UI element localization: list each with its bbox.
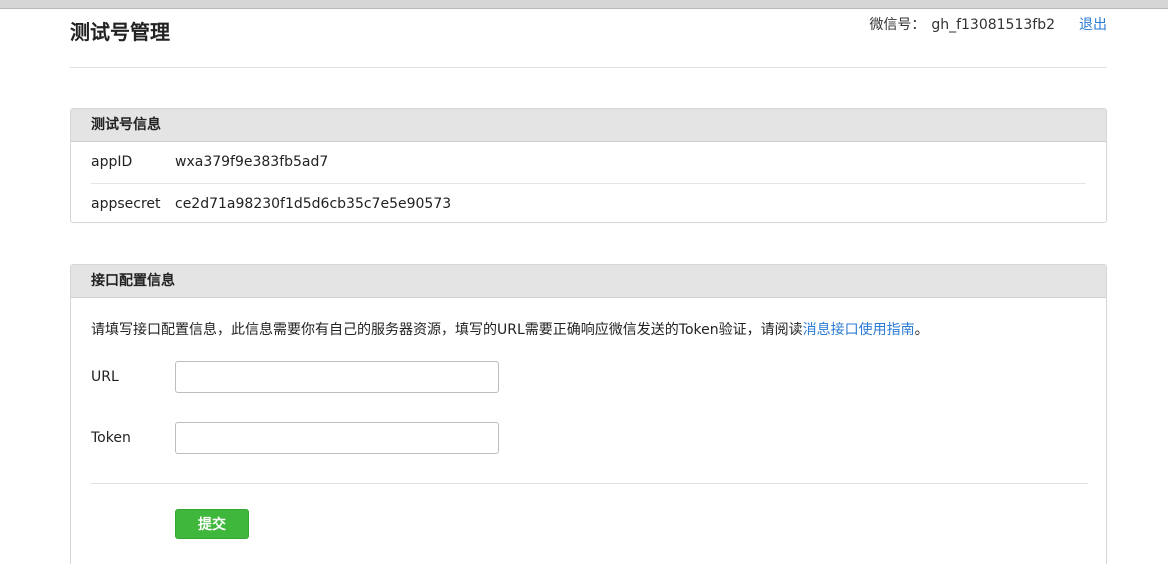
interface-config-panel: 接口配置信息 请填写接口配置信息，此信息需要你有自己的服务器资源，填写的URL需… (70, 264, 1107, 564)
config-description-end: 。 (914, 322, 929, 338)
appsecret-value: ce2d71a98230f1d5d6cb35c7e5e90573 (175, 196, 452, 212)
account-info: 微信号： gh_f13081513fb2 退出 (869, 14, 1107, 36)
url-input[interactable] (175, 361, 499, 393)
url-label: URL (91, 369, 119, 385)
test-account-panel-title: 测试号信息 (71, 109, 1106, 142)
test-account-panel: 测试号信息 appID wxa379f9e383fb5ad7 appsecret… (70, 108, 1107, 223)
config-description: 请填写接口配置信息，此信息需要你有自己的服务器资源，填写的URL需要正确响应微信… (91, 319, 929, 341)
token-input[interactable] (175, 422, 499, 454)
appid-label: appID (91, 154, 133, 170)
message-api-guide-link[interactable]: 消息接口使用指南 (803, 322, 915, 338)
logout-link[interactable]: 退出 (1079, 14, 1107, 36)
config-description-text: 请填写接口配置信息，此信息需要你有自己的服务器资源，填写的URL需要正确响应微信… (91, 322, 803, 338)
header-divider (70, 67, 1107, 68)
browser-top-strip (0, 0, 1168, 9)
appid-value: wxa379f9e383fb5ad7 (175, 154, 329, 170)
interface-config-panel-title: 接口配置信息 (71, 265, 1106, 298)
info-row-appsecret: appsecret ce2d71a98230f1d5d6cb35c7e5e905… (91, 183, 1086, 225)
page-title: 测试号管理 (70, 20, 170, 44)
appsecret-label: appsecret (91, 196, 161, 212)
wechat-id-label: 微信号： (869, 17, 926, 33)
wechat-id-value: gh_f13081513fb2 (931, 17, 1055, 33)
token-label: Token (91, 430, 131, 446)
form-divider (91, 483, 1088, 484)
info-row-appid: appID wxa379f9e383fb5ad7 (91, 142, 1086, 183)
submit-button[interactable]: 提交 (175, 509, 249, 539)
